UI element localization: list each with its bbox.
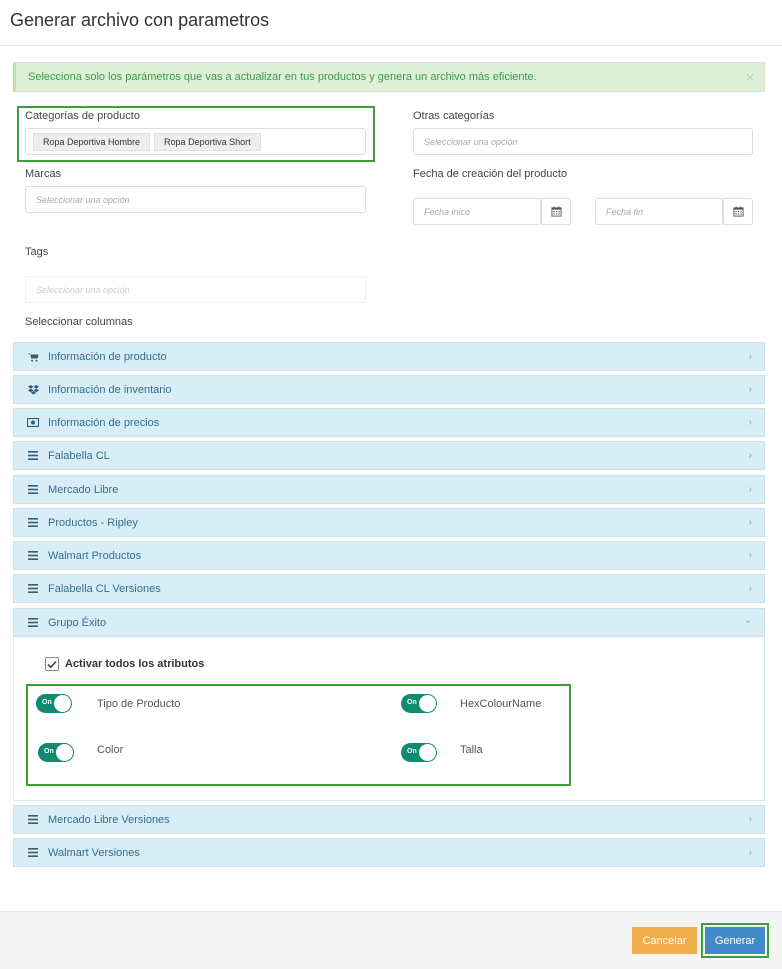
chevron-right-icon: ›	[748, 550, 752, 561]
toggle-knob	[54, 695, 71, 712]
chevron-right-icon: ›	[748, 847, 752, 858]
tags-label: Tags	[25, 246, 49, 258]
section-productos-ripley[interactable]: Productos - Ripley ›	[13, 508, 765, 537]
section-walmart-productos[interactable]: Walmart Productos ›	[13, 541, 765, 570]
category-tag[interactable]: Ropa Deportiva Hombre	[33, 133, 151, 151]
section-falabella-cl-versiones[interactable]: Falabella CL Versiones ›	[13, 574, 765, 603]
money-icon	[26, 418, 40, 427]
activate-all-label: Activar todos los atributos	[65, 658, 205, 670]
chevron-down-icon: ⌄	[743, 615, 752, 626]
toggle-hexcolourname[interactable]: On	[401, 694, 437, 713]
chevron-right-icon: ›	[748, 351, 752, 362]
section-informacion-inventario[interactable]: Información de inventario ›	[13, 375, 765, 404]
calendar-icon	[550, 206, 562, 217]
activate-all-row: Activar todos los atributos	[45, 657, 204, 671]
section-label: Información de inventario	[48, 383, 172, 396]
section-walmart-versiones[interactable]: Walmart Versiones ›	[13, 838, 765, 867]
section-label: Información de producto	[48, 350, 167, 363]
bars-icon	[26, 451, 40, 460]
section-label: Falabella CL	[48, 449, 110, 462]
section-falabella-cl[interactable]: Falabella CL ›	[13, 441, 765, 470]
chevron-right-icon: ›	[748, 583, 752, 594]
attr-label-talla: Talla	[460, 744, 483, 756]
chevron-right-icon: ›	[748, 450, 752, 461]
cart-icon	[26, 352, 40, 362]
section-label: Walmart Productos	[48, 549, 142, 562]
toggle-color[interactable]: On	[38, 743, 74, 762]
toggle-state: On	[44, 748, 54, 755]
toggle-knob	[419, 744, 436, 761]
section-label: Falabella CL Versiones	[48, 582, 161, 595]
bars-icon	[26, 848, 40, 857]
date-start-input[interactable]: Fecha inico	[413, 198, 541, 225]
activate-all-checkbox[interactable]	[45, 657, 59, 671]
chevron-right-icon: ›	[748, 517, 752, 528]
close-icon[interactable]: ×	[746, 69, 754, 85]
attr-label-tipo-producto: Tipo de Producto	[97, 698, 181, 710]
bars-icon	[26, 618, 40, 627]
toggle-knob	[56, 744, 73, 761]
section-mercado-libre-versiones[interactable]: Mercado Libre Versiones ›	[13, 805, 765, 834]
other-categories-select[interactable]: Seleccionar una opción	[413, 128, 753, 155]
date-end-input[interactable]: Fecha fin	[595, 198, 723, 225]
toggle-knob	[419, 695, 436, 712]
modal-title: Generar archivo con parametros	[10, 10, 270, 30]
alert-text: Selecciona solo los parámetros que vas a…	[28, 71, 537, 83]
other-categories-label: Otras categorías	[413, 110, 495, 122]
bars-icon	[26, 584, 40, 593]
chevron-right-icon: ›	[748, 384, 752, 395]
attr-label-hexcolourname: HexColourName	[460, 698, 542, 710]
toggle-state: On	[407, 748, 417, 755]
bars-icon	[26, 485, 40, 494]
brands-select[interactable]: Seleccionar una opción	[25, 186, 366, 213]
toggle-state: On	[407, 699, 417, 706]
date-start-button[interactable]	[541, 198, 571, 225]
chevron-right-icon: ›	[748, 484, 752, 495]
section-informacion-precios[interactable]: Información de precios ›	[13, 408, 765, 437]
bars-icon	[26, 551, 40, 560]
bars-icon	[26, 815, 40, 824]
section-label: Walmart Versiones	[48, 846, 140, 859]
title-divider	[0, 45, 782, 46]
tags-select[interactable]: Seleccionar una opción	[25, 276, 366, 303]
date-end-button[interactable]	[723, 198, 753, 225]
categories-select[interactable]: Ropa Deportiva Hombre Ropa Deportiva Shor…	[25, 128, 366, 155]
section-label: Mercado Libre	[48, 483, 119, 496]
chevron-right-icon: ›	[748, 417, 752, 428]
brands-label: Marcas	[25, 168, 62, 180]
select-columns-label: Seleccionar columnas	[25, 316, 133, 328]
calendar-icon	[732, 206, 744, 217]
info-alert: Selecciona solo los parámetros que vas a…	[13, 62, 765, 92]
generate-highlight: Generar	[701, 923, 769, 958]
category-tag[interactable]: Ropa Deportiva Short	[154, 133, 261, 151]
bars-icon	[26, 518, 40, 527]
section-label: Productos - Ripley	[48, 516, 138, 529]
check-icon	[47, 660, 57, 668]
attr-label-color: Color	[97, 744, 124, 756]
creation-date-label: Fecha de creación del producto	[413, 168, 568, 180]
section-informacion-producto[interactable]: Información de producto ›	[13, 342, 765, 371]
section-label: Grupo Éxito	[48, 616, 107, 629]
toggle-tipo-producto[interactable]: On	[36, 694, 72, 713]
section-label: Información de precios	[48, 416, 160, 429]
cancel-button[interactable]: Cancelar	[632, 927, 697, 954]
section-label: Mercado Libre Versiones	[48, 813, 170, 826]
toggle-state: On	[42, 699, 52, 706]
categories-label: Categorías de producto	[25, 110, 140, 122]
chevron-right-icon: ›	[748, 814, 752, 825]
generate-button[interactable]: Generar	[705, 927, 765, 954]
section-grupo-exito[interactable]: Grupo Éxito ⌄	[13, 608, 765, 637]
dropbox-icon	[26, 384, 40, 395]
toggle-talla[interactable]: On	[401, 743, 437, 762]
section-mercado-libre[interactable]: Mercado Libre ›	[13, 475, 765, 504]
